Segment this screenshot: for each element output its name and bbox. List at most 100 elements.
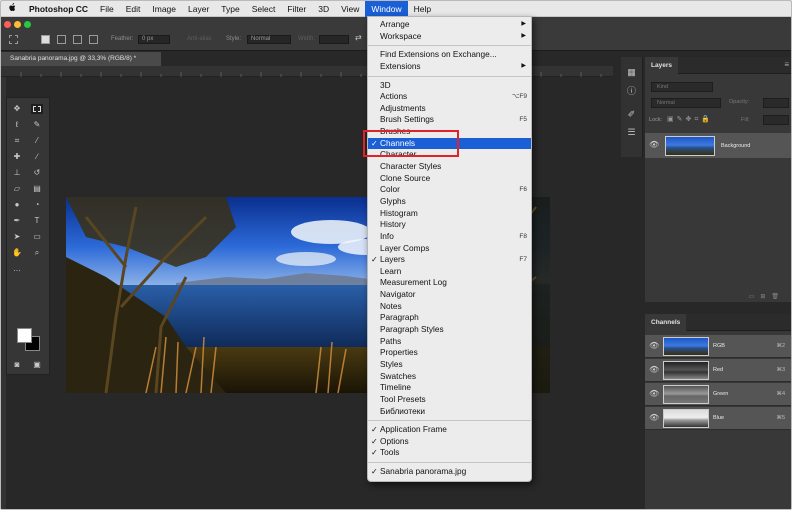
menu-3d[interactable]: 3D	[312, 1, 335, 17]
close-window-button[interactable]	[4, 21, 11, 28]
layers-footer-icons[interactable]: ▭⊞🗑	[645, 293, 791, 302]
screen-mode-icon[interactable]: ▣	[31, 360, 43, 370]
move-tool-icon[interactable]: ✥	[11, 104, 23, 114]
edit-toolbar-icon[interactable]: …	[11, 264, 23, 274]
menu-item-layer-comps[interactable]: Layer Comps	[368, 243, 531, 255]
menu-file[interactable]: File	[94, 1, 120, 17]
visibility-eye-icon[interactable]: 👁	[649, 365, 659, 375]
menu-item-glyphs[interactable]: Glyphs	[368, 196, 531, 208]
menu-layer[interactable]: Layer	[182, 1, 215, 17]
menu-item-actions[interactable]: Actions ⌥F9	[368, 91, 531, 103]
menu-item-paragraph-styles[interactable]: Paragraph Styles	[368, 324, 531, 336]
gradient-tool-icon[interactable]: ▤	[31, 184, 43, 194]
adjustments-icon[interactable]: ☰	[626, 127, 637, 138]
add-to-selection-icon[interactable]	[57, 35, 66, 44]
channel-row-green[interactable]: 👁 Green ⌘4	[645, 383, 791, 406]
subtract-selection-icon[interactable]	[73, 35, 82, 44]
rectangular-marquee-tool-icon[interactable]	[31, 104, 43, 114]
foreground-color-swatch[interactable]	[17, 328, 32, 343]
marquee-tool-preset-icon[interactable]	[9, 35, 18, 44]
tab-layers[interactable]: Layers	[645, 57, 678, 74]
apple-menu-icon[interactable]	[1, 3, 23, 14]
visibility-eye-icon[interactable]: 👁	[649, 140, 659, 150]
menu-item-tool-presets[interactable]: Tool Presets	[368, 394, 531, 406]
quick-selection-tool-icon[interactable]: ✎	[31, 120, 43, 130]
channel-row-rgb[interactable]: 👁 RGB ⌘2	[645, 335, 791, 358]
path-selection-tool-icon[interactable]: ➤	[11, 232, 23, 242]
menu-item-layers[interactable]: ✓ Layers F7	[368, 254, 531, 266]
menu-edit[interactable]: Edit	[120, 1, 147, 17]
menu-item-character-styles[interactable]: Character Styles	[368, 161, 531, 173]
menu-item-info[interactable]: Info F8	[368, 231, 531, 243]
tab-channels[interactable]: Channels	[645, 314, 687, 331]
brush-tool-icon[interactable]: ∕	[31, 152, 43, 162]
spot-healing-brush-icon[interactable]: ✚	[11, 152, 23, 162]
menu-view[interactable]: View	[335, 1, 365, 17]
menu-item-paths[interactable]: Paths	[368, 336, 531, 348]
menu-item-tools[interactable]: ✓ Tools	[368, 447, 531, 459]
zoom-tool-icon[interactable]: ⌕	[31, 248, 43, 258]
type-tool-icon[interactable]: T	[31, 216, 43, 226]
new-selection-icon[interactable]	[41, 35, 50, 44]
dodge-tool-icon[interactable]: ◔	[31, 200, 43, 210]
menu-item-swatches[interactable]: Swatches	[368, 371, 531, 383]
menu-window[interactable]: Window	[365, 1, 408, 17]
menu-item-clone-source[interactable]: Clone Source	[368, 173, 531, 185]
feather-input[interactable]: 0 px	[138, 35, 170, 44]
lock-icons[interactable]: ▣✎✥⌗🔒	[667, 115, 713, 124]
menu-item-arrange[interactable]: Arrange ▶	[368, 19, 531, 31]
menu-item-3d[interactable]: 3D	[368, 80, 531, 92]
menu-item-measurement-log[interactable]: Measurement Log	[368, 277, 531, 289]
channel-row-blue[interactable]: 👁 Blue ⌘5	[645, 407, 791, 430]
minimize-window-button[interactable]	[14, 21, 21, 28]
menu-item-extensions[interactable]: Extensions ▶	[368, 61, 531, 73]
zoom-window-button[interactable]	[24, 21, 31, 28]
crop-tool-icon[interactable]: ⌗	[11, 136, 23, 146]
quick-mask-icon[interactable]: ◙	[11, 360, 23, 370]
menu-item-brush-settings[interactable]: Brush Settings F5	[368, 114, 531, 126]
document-tab[interactable]: Sanabria panorama.jpg @ 33,3% (RGB/8) *	[1, 52, 161, 66]
intersect-selection-icon[interactable]	[89, 35, 98, 44]
eyedropper-tool-icon[interactable]: ⁄	[31, 136, 43, 146]
menu-image[interactable]: Image	[146, 1, 182, 17]
menu-filter[interactable]: Filter	[281, 1, 312, 17]
eraser-tool-icon[interactable]: ▱	[11, 184, 23, 194]
visibility-eye-icon[interactable]: 👁	[649, 413, 659, 423]
rectangle-tool-icon[interactable]: ▭	[31, 232, 43, 242]
fill-input[interactable]	[763, 115, 789, 125]
history-brush-tool-icon[interactable]: ↺	[31, 168, 43, 178]
lasso-tool-icon[interactable]: ℓ	[11, 120, 23, 130]
blend-mode-select[interactable]: Normal	[651, 98, 721, 108]
menu-item-color[interactable]: Color F6	[368, 184, 531, 196]
menu-select[interactable]: Select	[246, 1, 282, 17]
layer-row-background[interactable]: 👁 Background	[645, 133, 791, 158]
pen-tool-icon[interactable]: ✒	[11, 216, 23, 226]
visibility-eye-icon[interactable]: 👁	[649, 341, 659, 351]
menu-item-history[interactable]: History	[368, 219, 531, 231]
menu-item-notes[interactable]: Notes	[368, 301, 531, 313]
layer-kind-filter[interactable]: Kind	[651, 82, 713, 92]
blur-tool-icon[interactable]: ●	[11, 200, 23, 210]
menu-item-find-extensions-on-exchange[interactable]: Find Extensions on Exchange...	[368, 49, 531, 61]
menu-item-timeline[interactable]: Timeline	[368, 382, 531, 394]
opacity-input[interactable]	[763, 98, 789, 108]
menu-item-styles[interactable]: Styles	[368, 359, 531, 371]
anti-alias-checkbox[interactable]: Anti-alias	[187, 36, 212, 42]
brush-panel-icon[interactable]: ✐	[626, 109, 637, 120]
menu-item-paragraph[interactable]: Paragraph	[368, 312, 531, 324]
panel-menu-icon[interactable]: ≡	[784, 60, 789, 69]
menu-item-application-frame[interactable]: ✓ Application Frame	[368, 424, 531, 436]
menu-item-библиотеки[interactable]: Библиотеки	[368, 406, 531, 418]
menu-photoshop-cc[interactable]: Photoshop CC	[23, 1, 94, 17]
menu-item-learn[interactable]: Learn	[368, 266, 531, 278]
swap-icon[interactable]: ⇄	[355, 33, 362, 42]
menu-help[interactable]: Help	[408, 1, 437, 17]
libraries-icon[interactable]: ▦	[626, 67, 637, 78]
menu-item-histogram[interactable]: Histogram	[368, 208, 531, 220]
width-input[interactable]	[319, 35, 349, 44]
style-select[interactable]: Normal	[247, 35, 291, 44]
menu-type[interactable]: Type	[215, 1, 245, 17]
menu-item-sanabria-panorama-jpg[interactable]: ✓ Sanabria panorama.jpg	[368, 466, 531, 478]
menu-item-properties[interactable]: Properties	[368, 347, 531, 359]
channel-row-red[interactable]: 👁 Red ⌘3	[645, 359, 791, 382]
